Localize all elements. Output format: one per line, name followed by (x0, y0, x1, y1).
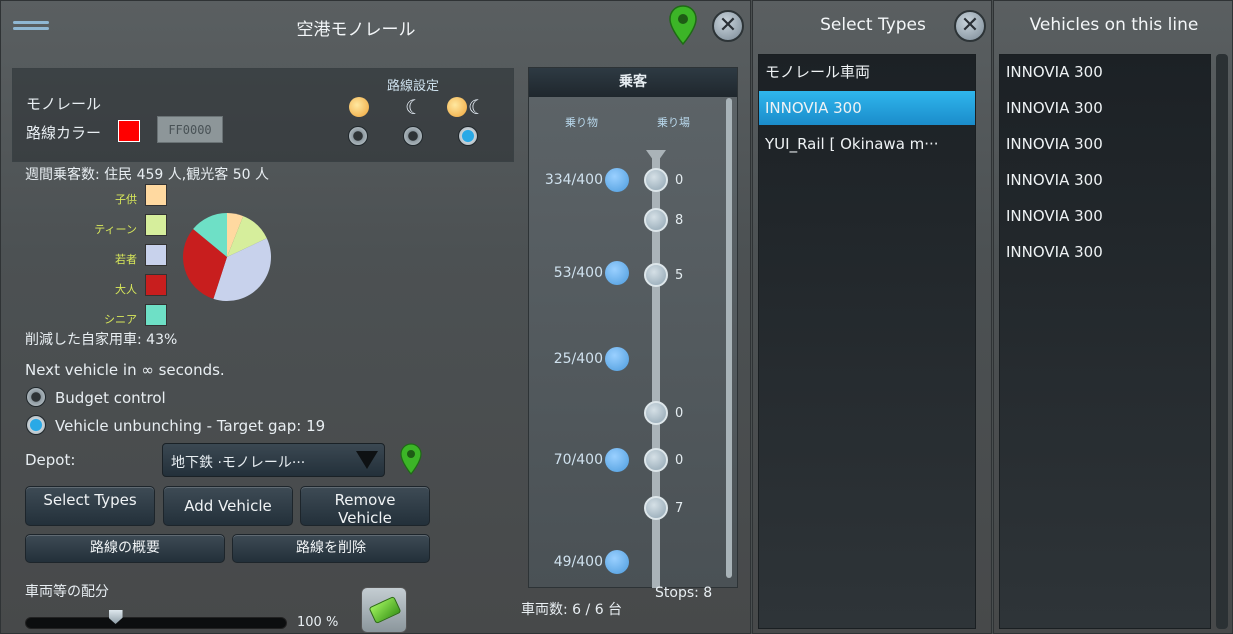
route-start-arrow-icon (646, 150, 666, 164)
vehicle-load-label: 334/400 (544, 172, 603, 188)
legend-label: 若者 (115, 253, 137, 266)
vehicle-marker[interactable] (605, 448, 629, 472)
vehicle-marker[interactable] (605, 261, 629, 285)
depot-label: Depot: (25, 451, 76, 469)
stop-marker[interactable] (644, 168, 668, 192)
line-overview-button[interactable]: 路線の概要 (25, 534, 225, 563)
passenger-scrollbar[interactable] (726, 98, 732, 578)
close-icon[interactable]: ✕ (954, 10, 986, 42)
vehicles-on-line-title: Vehicles on this line (1029, 15, 1199, 35)
type-list-item[interactable]: モノレール車両 (759, 55, 975, 89)
vehicle-list-item[interactable]: INNOVIA 300 (1000, 91, 1210, 125)
line-info-panel: 空港モノレール ✕ モノレール 路線カラー FF0000 路線設定 ☾ ☾ 週間… (0, 0, 751, 634)
night-only-radio[interactable] (403, 126, 423, 146)
depot-value: 地下鉄 ·モノレール··· (171, 455, 306, 471)
vehicles-scrollbar[interactable] (1216, 54, 1228, 629)
select-types-title: Select Types (820, 15, 926, 35)
depot-pin-icon[interactable] (400, 443, 422, 475)
stop-waiting-label: 0 (675, 406, 684, 421)
close-icon[interactable]: ✕ (712, 10, 744, 42)
legend-label: シニア (104, 313, 137, 326)
line-color-swatch[interactable] (118, 120, 140, 142)
vehicle-marker[interactable] (605, 347, 629, 371)
unbunching-radio[interactable] (26, 415, 46, 435)
next-vehicle-text: Next vehicle in ∞ seconds. (25, 361, 225, 379)
passenger-panel: 乗客 乗り物 乗り場 334/400 53/400 25/400 70/400 49/4… (528, 67, 738, 588)
slider-thumb[interactable] (108, 610, 123, 624)
legend-swatch (145, 274, 167, 296)
stop-marker[interactable] (644, 263, 668, 287)
vehicle-list-item[interactable]: INNOVIA 300 (1000, 199, 1210, 233)
select-types-button[interactable]: Select Types (25, 486, 155, 526)
stop-marker[interactable] (644, 448, 668, 472)
stop-marker[interactable] (644, 401, 668, 425)
legend-label: 子供 (115, 193, 137, 206)
line-color-hex-input[interactable]: FF0000 (157, 116, 223, 143)
age-pie-chart (182, 213, 271, 301)
vehicle-marker[interactable] (605, 168, 629, 192)
money-icon[interactable] (361, 587, 407, 633)
vehicle-load-label: 49/400 (553, 554, 603, 570)
line-settings-box: モノレール 路線カラー FF0000 路線設定 ☾ ☾ (12, 68, 514, 162)
stop-marker[interactable] (644, 496, 668, 520)
passenger-panel-title: 乗客 (529, 68, 737, 97)
type-list-item[interactable]: INNOVIA 300 (759, 91, 975, 125)
stop-waiting-label: 5 (675, 268, 684, 283)
legend-label: 大人 (115, 283, 137, 296)
line-type-label: モノレール (26, 95, 102, 113)
budget-control-radio[interactable] (26, 387, 46, 407)
vehicles-column-label: 乗り物 (565, 116, 598, 129)
stop-waiting-label: 7 (675, 501, 684, 516)
budget-control-label[interactable]: Budget control (55, 389, 166, 407)
stops-column-label: 乗り場 (657, 116, 690, 129)
remove-vehicle-button[interactable]: Remove Vehicle (300, 486, 430, 527)
add-vehicle-button[interactable]: Add Vehicle (163, 486, 293, 526)
day-and-night-radio[interactable] (458, 126, 478, 146)
reduced-cars-text: 削減した自家用車: 43% (25, 332, 178, 348)
legend-swatch (145, 214, 167, 236)
delete-line-button[interactable]: 路線を削除 (232, 534, 430, 563)
allocation-slider[interactable] (25, 610, 287, 629)
stop-marker[interactable] (644, 208, 668, 232)
allocation-percent: 100 % (297, 615, 339, 630)
vehicle-load-label: 70/400 (553, 452, 603, 468)
types-list: モノレール車両 INNOVIA 300 YUI_Rail [ Okinawa m··… (758, 54, 976, 629)
vehicles-on-line-panel: Vehicles on this line INNOVIA 300 INNOVIA… (993, 0, 1233, 634)
depot-dropdown[interactable]: 地下鉄 ·モノレール··· (162, 443, 385, 477)
vehicle-list-item[interactable]: INNOVIA 300 (1000, 55, 1210, 89)
line-color-label: 路線カラー (26, 124, 102, 142)
vehicle-marker[interactable] (605, 550, 629, 574)
legend-swatch (145, 244, 167, 266)
night-icon: ☾ (405, 95, 423, 119)
night-icon-2: ☾ (468, 95, 486, 119)
vehicle-count: 車両数: 6 / 6 台 (521, 602, 623, 618)
stop-waiting-label: 0 (675, 173, 684, 188)
stops-count: Stops: 8 (655, 585, 713, 601)
day-night-icon (447, 97, 467, 117)
legend-swatch (145, 184, 167, 206)
unbunching-label[interactable]: Vehicle unbunching - Target gap: 19 (55, 417, 325, 435)
vehicle-load-label: 53/400 (553, 265, 603, 281)
day-only-radio[interactable] (348, 126, 368, 146)
weekly-riders-text: 週間乗客数: 住民 459 人,観光客 50 人 (25, 167, 269, 183)
day-icon (349, 97, 369, 117)
vehicle-list-item[interactable]: INNOVIA 300 (1000, 127, 1210, 161)
stop-waiting-label: 0 (675, 453, 684, 468)
location-pin-icon[interactable] (669, 5, 697, 45)
legend-label: ティーン (94, 223, 137, 236)
route-settings-label: 路線設定 (387, 79, 440, 94)
drag-handle-icon[interactable] (13, 21, 49, 31)
allocation-label: 車両等の配分 (25, 584, 109, 600)
select-types-panel: Select Types ✕ モノレール車両 INNOVIA 300 YUI_Rai… (752, 0, 992, 634)
vehicle-list-item[interactable]: INNOVIA 300 (1000, 163, 1210, 197)
vehicles-list: INNOVIA 300 INNOVIA 300 INNOVIA 300 INNOVIA… (999, 54, 1211, 629)
type-list-item[interactable]: YUI_Rail [ Okinawa m··· (759, 127, 975, 161)
chevron-down-icon (356, 451, 378, 469)
vehicle-list-item[interactable]: INNOVIA 300 (1000, 235, 1210, 269)
stop-waiting-label: 8 (675, 213, 684, 228)
legend-swatch (145, 304, 167, 326)
vehicle-load-label: 25/400 (553, 351, 603, 367)
panel-title[interactable]: 空港モノレール (201, 15, 511, 40)
